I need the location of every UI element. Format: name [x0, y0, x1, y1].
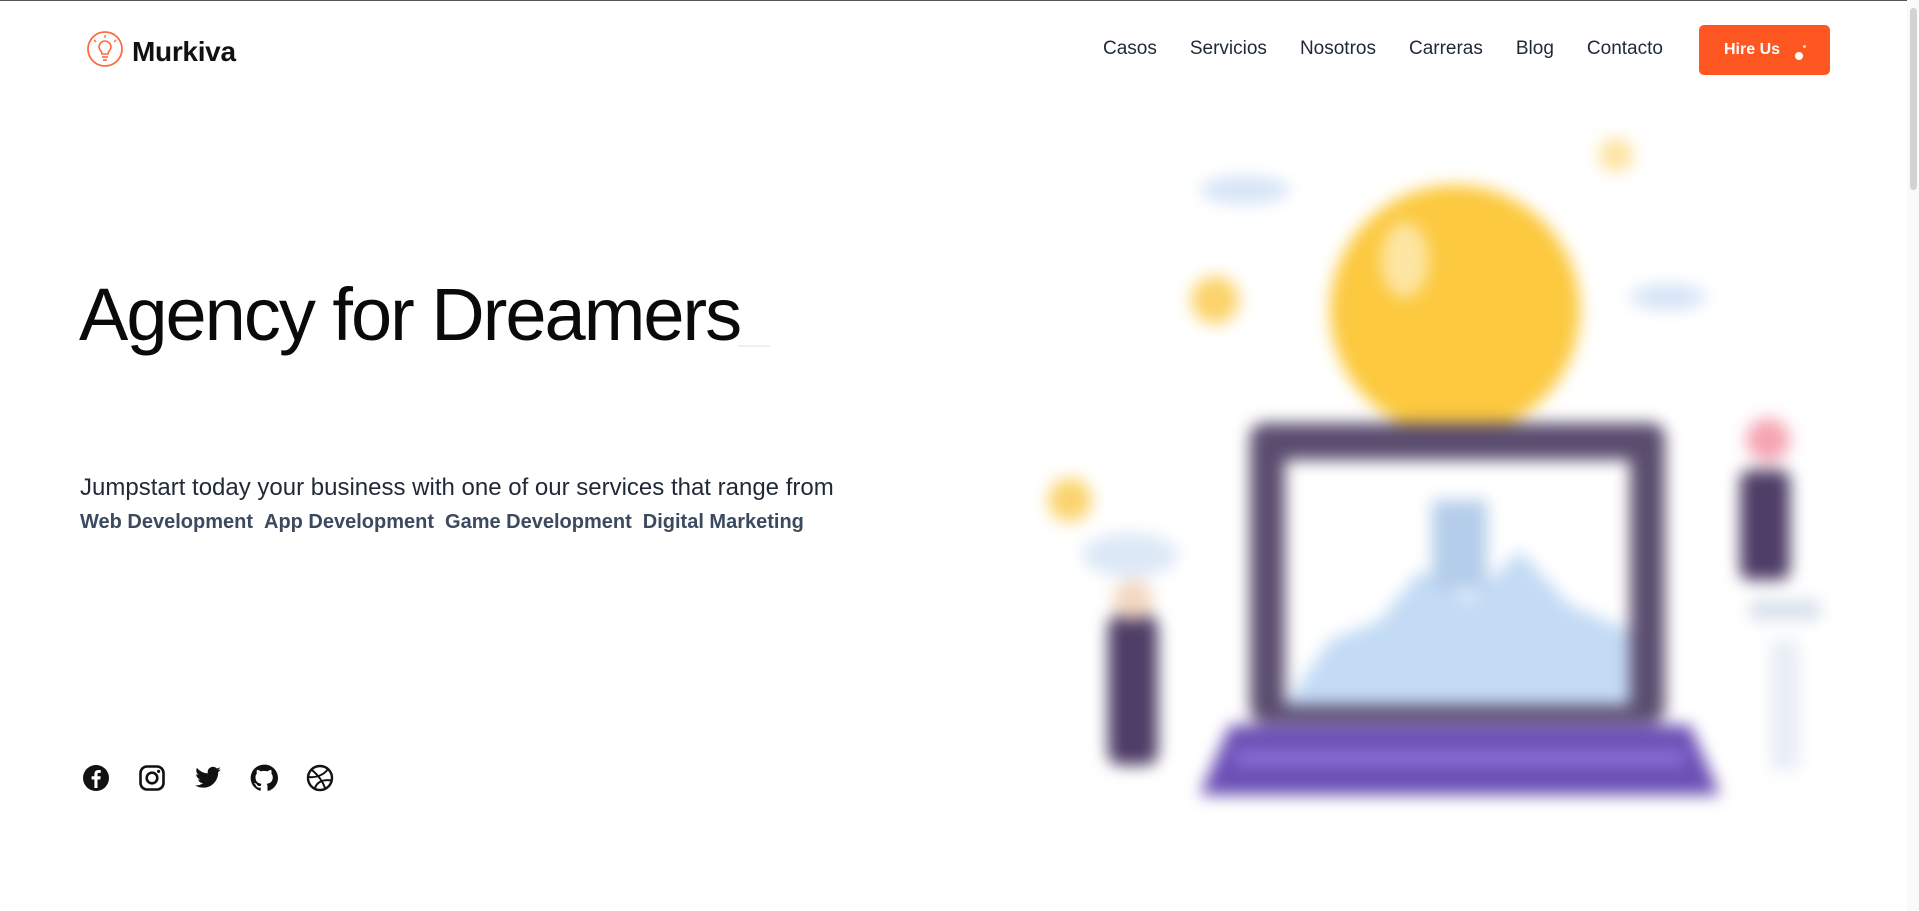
logo[interactable]: Murkiva — [86, 29, 236, 74]
github-icon[interactable] — [249, 763, 279, 793]
nav-item-contacto[interactable]: Contacto — [1587, 38, 1663, 60]
service-web-development: Web Development — [80, 511, 253, 533]
scrollbar[interactable] — [1907, 0, 1919, 911]
window-top-border — [0, 0, 1919, 1]
twitter-icon[interactable] — [193, 763, 223, 793]
hire-us-label: Hire Us — [1724, 41, 1781, 58]
facebook-icon[interactable] — [81, 763, 111, 793]
nav-item-blog[interactable]: Blog — [1516, 38, 1554, 60]
brand-name: Murkiva — [132, 35, 236, 67]
nav-item-casos[interactable]: Casos — [1103, 38, 1157, 60]
hero-title: Agency for Dreamers — [79, 273, 742, 356]
service-app-development: App Development — [264, 511, 435, 533]
typing-cursor — [738, 345, 770, 347]
nav-item-carreras[interactable]: Carreras — [1409, 38, 1483, 60]
hire-us-button[interactable]: Hire Us — [1699, 25, 1830, 75]
nav-item-nosotros[interactable]: Nosotros — [1300, 38, 1376, 60]
hero-illustration — [1000, 100, 1880, 800]
service-digital-marketing: Digital Marketing — [642, 511, 804, 533]
scrollbar-thumb[interactable] — [1910, 8, 1917, 190]
hero-subtitle: Jumpstart today your business with one o… — [80, 474, 834, 501]
dot-icon — [1795, 52, 1803, 60]
nav-item-servicios[interactable]: Servicios — [1190, 38, 1267, 60]
social-links — [81, 763, 361, 793]
dribbble-icon[interactable] — [305, 763, 335, 793]
lightbulb-logo-icon — [86, 29, 124, 74]
main-nav: Casos Servicios Nosotros Carreras Blog C… — [1103, 38, 1696, 60]
instagram-icon[interactable] — [137, 763, 167, 793]
service-game-development: Game Development — [445, 511, 632, 533]
dot-icon — [1803, 45, 1806, 48]
services-list: Web Development App Development Game Dev… — [80, 511, 815, 534]
